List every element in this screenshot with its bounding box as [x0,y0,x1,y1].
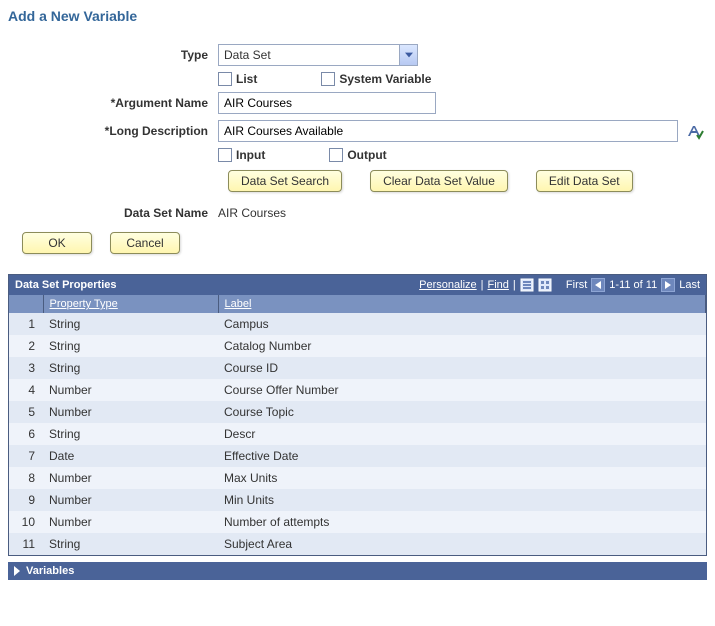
spellcheck-icon[interactable] [686,122,704,140]
data-set-name-value: AIR Courses [218,206,286,220]
table-row: 7DateEffective Date [9,445,706,467]
table-row: 3StringCourse ID [9,357,706,379]
grid-title: Data Set Properties [15,279,116,291]
page-title: Add a New Variable [8,8,707,24]
row-number: 10 [9,511,43,533]
cell-label: Effective Date [218,445,706,467]
row-number: 2 [9,335,43,357]
cell-label: Number of attempts [218,511,706,533]
row-number: 1 [9,313,43,335]
long-description-label: *Long Description [8,124,218,138]
cell-label: Catalog Number [218,335,706,357]
cell-label: Course Topic [218,401,706,423]
table-row: 1StringCampus [9,313,706,335]
long-description-input[interactable] [218,120,678,142]
cell-label: Course ID [218,357,706,379]
variables-section-label: Variables [26,565,74,577]
grid-prev-button[interactable] [591,278,605,292]
cell-label: Min Units [218,489,706,511]
table-row: 10NumberNumber of attempts [9,511,706,533]
cell-label: Campus [218,313,706,335]
list-checkbox[interactable] [218,72,232,86]
cell-label: Course Offer Number [218,379,706,401]
expand-icon [14,566,20,576]
output-checkbox[interactable] [329,148,343,162]
data-set-search-button[interactable]: Data Set Search [228,170,342,192]
grid-find-link[interactable]: Find [488,279,509,291]
variables-section-toggle[interactable]: Variables [8,562,707,580]
cell-label: Subject Area [218,533,706,555]
row-number: 7 [9,445,43,467]
table-row: 4NumberCourse Offer Number [9,379,706,401]
cell-property-type: Number [43,511,218,533]
argument-name-label: *Argument Name [8,96,218,110]
view-all-icon[interactable] [520,278,534,292]
cell-property-type: String [43,423,218,445]
row-number: 4 [9,379,43,401]
table-row: 6StringDescr [9,423,706,445]
row-number: 8 [9,467,43,489]
ok-button[interactable]: OK [22,232,92,254]
cell-label: Max Units [218,467,706,489]
cancel-button[interactable]: Cancel [110,232,180,254]
edit-data-set-button[interactable]: Edit Data Set [536,170,633,192]
cell-property-type: Number [43,401,218,423]
cell-property-type: Number [43,379,218,401]
download-icon[interactable] [538,278,552,292]
type-select-value: Data Set [219,45,399,65]
cell-label: Descr [218,423,706,445]
cell-property-type: Number [43,467,218,489]
grid-last-label[interactable]: Last [679,279,700,291]
chevron-down-icon [399,45,417,65]
table-row: 2StringCatalog Number [9,335,706,357]
grid-personalize-link[interactable]: Personalize [419,279,476,291]
cell-property-type: Date [43,445,218,467]
table-row: 5NumberCourse Topic [9,401,706,423]
row-number: 9 [9,489,43,511]
grid-header-label[interactable]: Label [218,295,706,313]
cell-property-type: String [43,533,218,555]
cell-property-type: String [43,357,218,379]
clear-data-set-value-button[interactable]: Clear Data Set Value [370,170,508,192]
grid-range: 1-11 of 11 [609,279,657,291]
row-number: 11 [9,533,43,555]
grid-header-rownum [9,295,43,313]
cell-property-type: Number [43,489,218,511]
argument-name-input[interactable] [218,92,436,114]
type-label: Type [8,48,218,62]
table-row: 11StringSubject Area [9,533,706,555]
table-row: 8NumberMax Units [9,467,706,489]
grid-first-label[interactable]: First [566,279,587,291]
grid-next-button[interactable] [661,278,675,292]
type-select[interactable]: Data Set [218,44,418,66]
data-set-name-label: Data Set Name [8,206,218,220]
input-checkbox[interactable] [218,148,232,162]
output-checkbox-label: Output [347,148,386,162]
system-variable-checkbox-label: System Variable [339,72,431,86]
list-checkbox-label: List [236,72,257,86]
data-set-properties-grid: Data Set Properties Personalize | Find |… [8,274,707,556]
row-number: 6 [9,423,43,445]
input-checkbox-label: Input [236,148,265,162]
system-variable-checkbox[interactable] [321,72,335,86]
cell-property-type: String [43,313,218,335]
row-number: 5 [9,401,43,423]
cell-property-type: String [43,335,218,357]
grid-header-property-type[interactable]: Property Type [43,295,218,313]
row-number: 3 [9,357,43,379]
table-row: 9NumberMin Units [9,489,706,511]
